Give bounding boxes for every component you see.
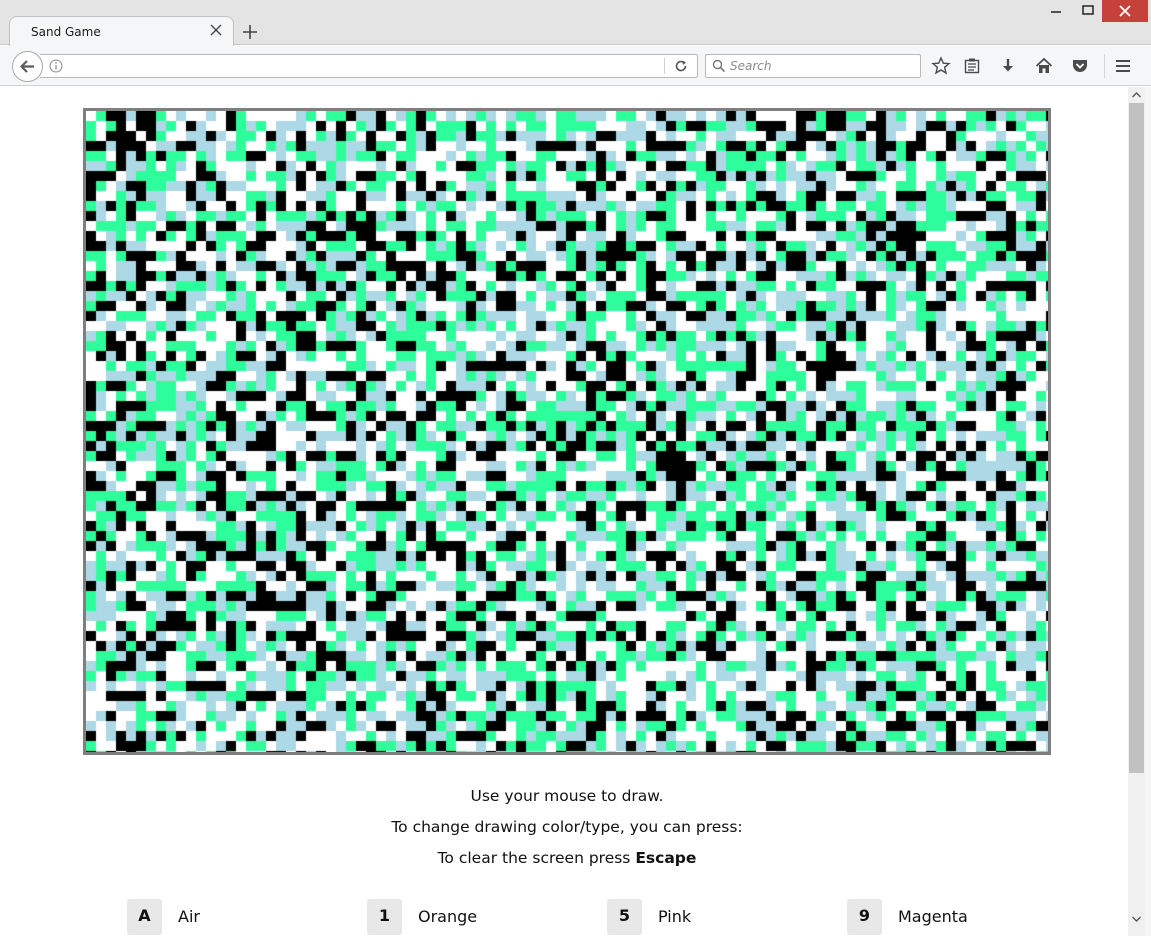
address-bar[interactable]: [40, 54, 698, 78]
download-icon[interactable]: [998, 56, 1018, 76]
close-tab-icon[interactable]: [208, 22, 224, 38]
key-label: Pink: [658, 907, 692, 926]
reload-icon[interactable]: [674, 59, 688, 73]
instruction-change-type: To change drawing color/type, you can pr…: [391, 818, 743, 836]
keycap: A: [127, 899, 162, 935]
key-label: Air: [178, 907, 200, 926]
keycap: 9: [847, 899, 882, 935]
tab-title: Sand Game: [31, 25, 101, 39]
pocket-icon[interactable]: [1070, 56, 1090, 76]
page-viewport: Use your mouse to draw. To change drawin…: [0, 87, 1128, 936]
search-input[interactable]: [730, 57, 915, 75]
maximize-window-icon[interactable]: [1072, 0, 1104, 22]
info-icon[interactable]: [49, 59, 63, 73]
scroll-down-icon[interactable]: [1128, 913, 1145, 925]
back-button[interactable]: [12, 51, 43, 82]
instructions: Use your mouse to draw. To change drawin…: [0, 787, 1128, 880]
browser-tab[interactable]: Sand Game: [9, 16, 234, 46]
new-tab-icon[interactable]: [240, 22, 260, 42]
key-legend: A Air 1 Orange 5 Pink 9 Magenta: [0, 899, 1128, 936]
title-bar: Sand Game: [0, 0, 1151, 46]
window-edge: [1145, 87, 1151, 936]
back-arrow-icon: [19, 60, 34, 73]
key-label: Magenta: [898, 907, 968, 926]
menu-icon[interactable]: [1113, 56, 1133, 76]
close-window-icon[interactable]: [1102, 0, 1148, 22]
scrollbar-thumb[interactable]: [1129, 103, 1144, 773]
instruction-draw: Use your mouse to draw.: [470, 787, 664, 805]
home-icon[interactable]: [1034, 56, 1054, 76]
keycap: 1: [367, 899, 402, 935]
url-divider: [664, 58, 665, 74]
search-bar[interactable]: [705, 54, 921, 78]
navigation-toolbar: [0, 46, 1151, 86]
sand-drawing-canvas[interactable]: [86, 111, 1048, 752]
instruction-clear: To clear the screen press Escape: [0, 849, 1128, 880]
keycap: 5: [607, 899, 642, 935]
instruction-clear-text: To clear the screen press: [437, 849, 636, 867]
toolbar-separator: [1104, 54, 1105, 78]
key-label: Orange: [418, 907, 478, 926]
bookmark-star-icon[interactable]: [931, 56, 951, 76]
sand-canvas-frame: [83, 108, 1051, 755]
scroll-up-icon[interactable]: [1128, 89, 1145, 101]
search-icon: [712, 59, 726, 73]
escape-key-label: Escape: [635, 849, 697, 867]
minimize-window-icon[interactable]: [1040, 0, 1072, 22]
reading-list-icon[interactable]: [962, 56, 982, 76]
vertical-scrollbar[interactable]: [1128, 87, 1145, 936]
